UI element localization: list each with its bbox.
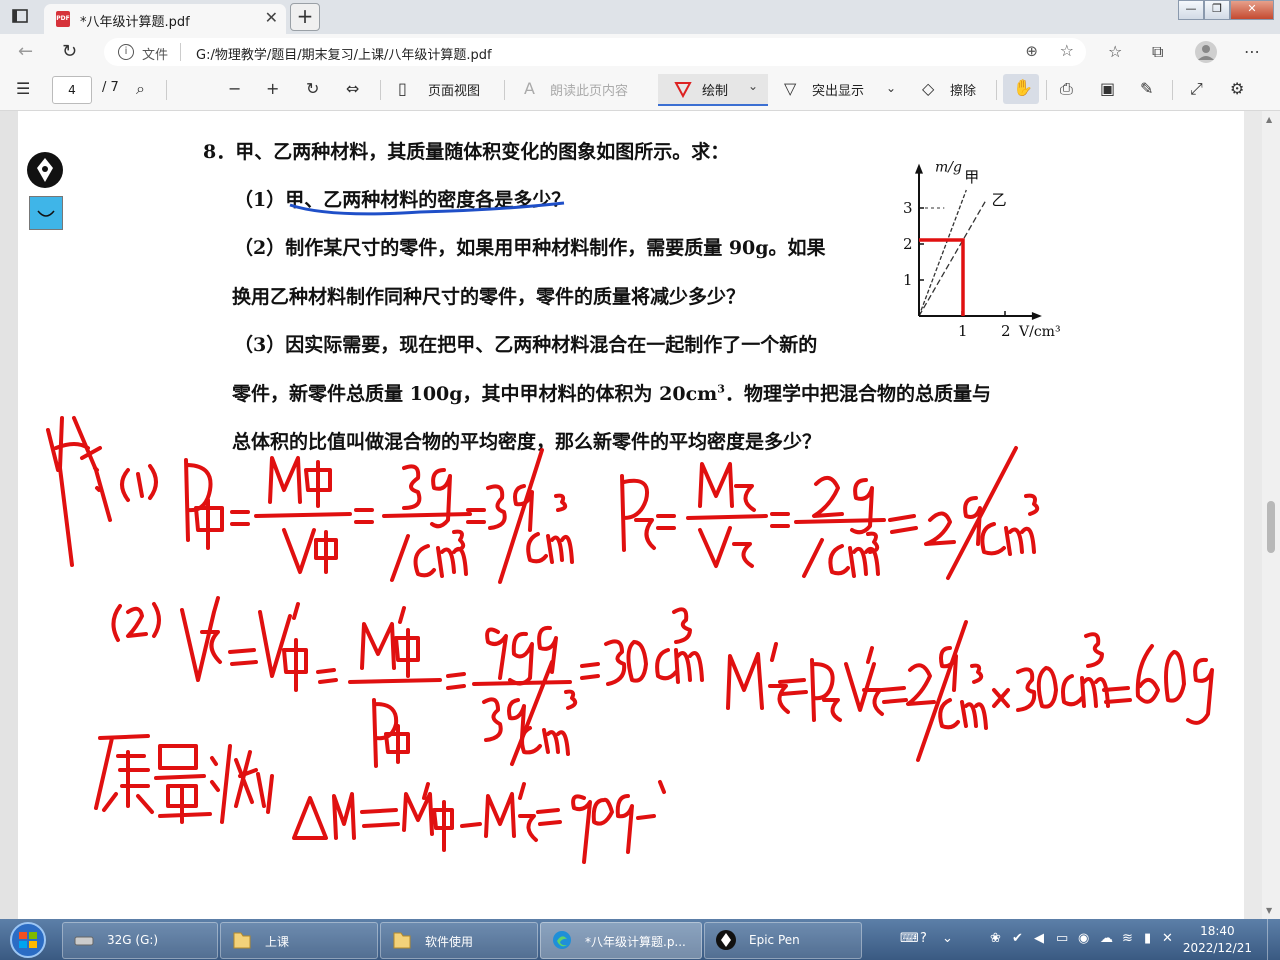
taskbar-item-label: Epic Pen (749, 933, 800, 947)
ink-solution-char (46, 416, 112, 567)
ink-equals (230, 510, 250, 526)
ink-equals (446, 672, 466, 690)
ink-blue-underline (289, 201, 565, 216)
network-icon[interactable]: ◉ (1078, 931, 1089, 946)
taskbar-folder-shangke[interactable]: 上课 (220, 922, 378, 959)
ink-30cm3 (604, 607, 704, 686)
ink-m-yi (698, 462, 756, 512)
ink-v-jia (282, 528, 338, 574)
ink-trailing-mark (658, 780, 666, 794)
ink-m-yi-prime (726, 642, 790, 714)
clock-date: 2022/12/21 (1182, 941, 1252, 955)
ink-2g-per-cm3 (924, 496, 982, 546)
ink-times (992, 688, 1010, 708)
ink-minus (636, 814, 656, 820)
taskbar-item-label: 32G (G:) (107, 933, 159, 947)
notification-icon[interactable]: ✕ (1162, 931, 1173, 946)
ink-v-jia-prime (258, 602, 308, 692)
ink-1cm3 (802, 538, 880, 578)
ink-2g (812, 476, 874, 535)
volume-icon[interactable]: ◀ (1034, 931, 1044, 946)
edge-browser-icon (553, 931, 571, 949)
ink-equals (354, 508, 374, 524)
ink-cm3 (980, 493, 1040, 556)
ink-60g (1135, 644, 1214, 725)
ink-equals (228, 648, 258, 666)
ink-m-jia-prime (402, 782, 454, 852)
ink-fraction-bar (686, 514, 768, 520)
cloud-icon[interactable]: ☁ (1100, 931, 1113, 946)
ink-rho-yi (620, 474, 649, 552)
taskbar: 32G (G:) 上课 软件使用 *八年级计算题.p... Epic Pen ⌨… (0, 919, 1280, 960)
ink-overlay (46, 201, 1214, 864)
clock-time: 18:40 (1200, 924, 1235, 938)
ink-part1-label (120, 464, 158, 502)
taskbar-folder-software[interactable]: 软件使用 (380, 922, 538, 959)
chevron-down-icon[interactable]: ⌄ (942, 931, 953, 946)
taskbar-epic-pen[interactable]: Epic Pen (704, 922, 862, 959)
wifi-icon[interactable]: ≋ (1122, 931, 1133, 946)
ink-mass-reduced-chars (94, 734, 258, 824)
ink-equals (536, 808, 562, 826)
folder-icon (393, 932, 411, 949)
ink-1cm3 (390, 534, 468, 582)
taskbar-item-label: 上课 (265, 935, 290, 949)
ink-m-yi-prime (484, 782, 538, 842)
display-icon[interactable]: ▭ (1056, 931, 1068, 946)
ink-fraction-bar (472, 680, 572, 686)
start-button-icon[interactable] (4, 920, 52, 960)
ink-subscript-yi (634, 518, 656, 550)
ink-equals (880, 686, 908, 704)
ink-slash (946, 446, 1018, 580)
shield-icon[interactable]: ✔ (1012, 931, 1023, 946)
ink-equals (466, 508, 486, 524)
help-icon[interactable]: ? (920, 931, 927, 946)
ink-fraction-bar (794, 518, 886, 524)
folder-icon (233, 932, 251, 949)
ink-30cm3 (1016, 632, 1110, 712)
ink-delta-m (292, 792, 356, 840)
ink-equals (770, 512, 790, 528)
ink-v-yi (698, 526, 754, 568)
drive-icon (74, 936, 94, 946)
ink-equals (360, 808, 400, 828)
clock[interactable]: 18:40 2022/12/21 (1183, 923, 1252, 957)
ink-v-yi-prime (844, 646, 884, 716)
ink-equals (316, 668, 338, 684)
epic-pen-icon (716, 930, 736, 950)
ink-3g-per-cm3 (482, 697, 526, 742)
app-tray-icon[interactable]: ❀ (990, 931, 1001, 946)
ink-subscript-jia (194, 498, 224, 550)
battery-icon[interactable]: ▮ (1144, 931, 1151, 946)
taskbar-drive-g[interactable]: 32G (G:) (62, 922, 218, 959)
ink-part2-label (111, 602, 161, 642)
ink-90g (571, 794, 634, 864)
system-tray: ⌨ ? ⌄ ❀ ✔ ◀ ▭ ◉ ☁ ≋ ▮ ✕ 18:40 2022/12/21 (892, 919, 1280, 960)
ink-equals (888, 514, 918, 534)
ink-subscript-jia (384, 724, 410, 764)
ink-equals (580, 662, 600, 680)
ink-cm3 (526, 493, 574, 564)
ink-v-yi-prime (180, 596, 222, 682)
ink-m-jia (268, 456, 332, 508)
ink-minus (460, 822, 482, 828)
taskbar-edge-pdf[interactable]: *八年级计算题.p... (540, 922, 702, 959)
ink-m-jia-prime (360, 606, 420, 678)
taskbar-item-label: *八年级计算题.p... (585, 935, 686, 949)
ink-reduced-2 (256, 772, 274, 814)
ink-slash (916, 620, 968, 762)
taskbar-item-label: 软件使用 (425, 935, 474, 949)
keyboard-icon[interactable]: ⌨ (900, 931, 919, 946)
ink-equals (656, 514, 676, 530)
ink-rho-yi (810, 658, 842, 722)
ink-fraction-bar (382, 512, 472, 518)
ink-fraction-bar (254, 512, 352, 518)
show-desktop-button[interactable] (1267, 919, 1280, 960)
ink-fraction-bar (348, 678, 442, 684)
